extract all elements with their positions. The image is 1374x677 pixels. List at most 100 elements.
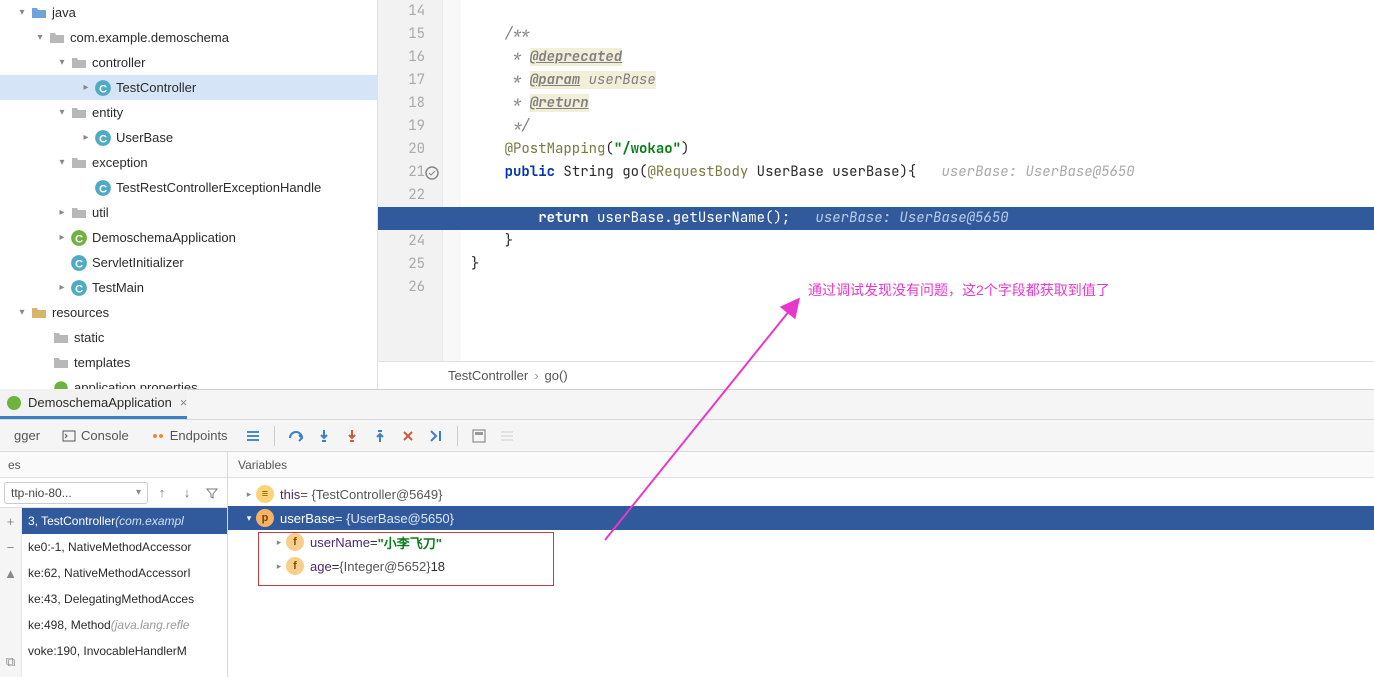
frame-row[interactable]: ke:43, DelegatingMethodAcces	[22, 586, 227, 612]
class-icon: C	[70, 279, 88, 297]
tree-item-servletinit[interactable]: C ServletInitializer	[0, 250, 377, 275]
tree-item-exception[interactable]: ▾ exception	[0, 150, 377, 175]
tree-label: util	[92, 205, 109, 220]
step-over-icon[interactable]	[283, 423, 309, 449]
variable-row-userbase[interactable]: ▾ p userBase = {UserBase@5650}	[228, 506, 1374, 530]
frame-row[interactable]: 3, TestController (com.exampl	[22, 508, 227, 534]
spring-icon	[6, 395, 22, 411]
endpoint-icon[interactable]	[423, 161, 441, 184]
variable-row-this[interactable]: ▸ ≡ this = {TestController@5649}	[228, 482, 1374, 506]
tree-label: resources	[52, 305, 109, 320]
frame-row[interactable]: ke0:-1, NativeMethodAccessor	[22, 534, 227, 560]
force-step-into-icon[interactable]	[339, 423, 365, 449]
frame-row[interactable]: ke:498, Method (java.lang.refle	[22, 612, 227, 638]
tree-item-entity[interactable]: ▾ entity	[0, 100, 377, 125]
chevron-down-icon: ▾	[136, 487, 141, 498]
variables-header: Variables	[228, 452, 1374, 478]
package-icon	[70, 204, 88, 222]
tree-label: ServletInitializer	[92, 255, 184, 270]
resources-icon	[30, 304, 48, 322]
thread-selector[interactable]: ttp-nio-80...▾	[4, 482, 148, 504]
step-into-icon[interactable]	[311, 423, 337, 449]
class-icon: C	[94, 79, 112, 97]
code-editor[interactable]: 14 15 16 17 18 19 20 21 22 23 24 25 26	[378, 0, 1374, 389]
close-icon[interactable]: ×	[180, 395, 188, 410]
layout-icon[interactable]	[240, 423, 266, 449]
code-content[interactable]: /** * @deprecated * @param userBase * @r…	[461, 0, 1374, 361]
execution-line: return userBase.getUserName(); userBase:…	[378, 207, 1374, 230]
chevron-down-icon: ▾	[54, 57, 70, 68]
svg-text:C: C	[99, 183, 107, 195]
tree-label: entity	[92, 105, 123, 120]
chevron-down-icon: ▾	[14, 307, 30, 318]
remove-icon[interactable]: −	[2, 538, 20, 556]
run-configuration-tab[interactable]: DemoschemaApplication ×	[0, 389, 187, 419]
frame-row[interactable]: voke:190, InvocableHandlerM	[22, 638, 227, 664]
console-icon	[62, 429, 76, 443]
chevron-right-icon: ▸	[54, 282, 70, 293]
tree-label: TestRestControllerExceptionHandle	[116, 180, 321, 195]
tree-label: com.example.demoschema	[70, 30, 229, 45]
tree-item-testcontroller[interactable]: ▸ C TestController	[0, 75, 377, 100]
tree-item-demoapp[interactable]: ▸ C DemoschemaApplication	[0, 225, 377, 250]
chevron-right-icon: ▸	[78, 132, 94, 143]
package-icon	[48, 29, 66, 47]
chevron-right-icon: ▸	[54, 232, 70, 243]
variables-panel: Variables ▸ ≡ this = {TestController@564…	[228, 452, 1374, 677]
svg-text:C: C	[75, 233, 83, 245]
tab-console[interactable]: Console	[52, 420, 139, 452]
object-badge-icon: ≡	[256, 485, 274, 503]
tree-item-testrestex[interactable]: C TestRestControllerExceptionHandle	[0, 175, 377, 200]
spring-class-icon: C	[70, 229, 88, 247]
down-icon[interactable]: ⧉	[2, 653, 20, 671]
up-icon[interactable]: ▲	[2, 564, 20, 582]
breadcrumb-item[interactable]: go()	[545, 368, 568, 383]
svg-text:C: C	[99, 133, 107, 145]
folder-icon	[52, 329, 70, 347]
chevron-right-icon: ›	[534, 368, 538, 383]
tree-label: application.properties	[74, 380, 198, 389]
project-tree[interactable]: ▾ java ▾ com.example.demoschema ▾ contro…	[0, 0, 378, 389]
trace-icon[interactable]	[494, 423, 520, 449]
tree-item-resources[interactable]: ▾ resources	[0, 300, 377, 325]
package-icon	[70, 154, 88, 172]
tree-item-userbase[interactable]: ▸ C UserBase	[0, 125, 377, 150]
tree-label: DemoschemaApplication	[92, 230, 236, 245]
tree-label: templates	[74, 355, 130, 370]
chevron-down-icon: ▾	[54, 107, 70, 118]
tree-item-templates[interactable]: templates	[0, 350, 377, 375]
frame-row[interactable]: ke:62, NativeMethodAccessorI	[22, 560, 227, 586]
tree-label: TestMain	[92, 280, 144, 295]
tab-debugger[interactable]: gger	[4, 420, 50, 452]
prev-frame-icon[interactable]: ↑	[151, 482, 173, 504]
debug-panel: DemoschemaApplication × gger Console End…	[0, 390, 1374, 677]
tree-item-package[interactable]: ▾ com.example.demoschema	[0, 25, 377, 50]
chevron-down-icon: ▾	[242, 513, 256, 524]
drop-frame-icon[interactable]	[395, 423, 421, 449]
filter-icon[interactable]	[201, 482, 223, 504]
next-frame-icon[interactable]: ↓	[176, 482, 198, 504]
chevron-right-icon: ▸	[54, 207, 70, 218]
spring-file-icon	[52, 379, 70, 390]
frames-panel: es ttp-nio-80...▾ ↑ ↓ + − ▲ ⧉ 3, TestCon…	[0, 452, 228, 677]
class-icon: C	[94, 179, 112, 197]
tree-label: static	[74, 330, 104, 345]
tab-endpoints[interactable]: Endpoints	[141, 420, 238, 452]
breadcrumb[interactable]: TestController › go()	[378, 361, 1374, 389]
tree-item-java[interactable]: ▾ java	[0, 0, 377, 25]
package-icon	[70, 104, 88, 122]
tree-item-testmain[interactable]: ▸ C TestMain	[0, 275, 377, 300]
tree-item-static[interactable]: static	[0, 325, 377, 350]
tree-item-util[interactable]: ▸ util	[0, 200, 377, 225]
chevron-right-icon: ▸	[78, 82, 94, 93]
tree-item-controller[interactable]: ▾ controller	[0, 50, 377, 75]
breadcrumb-item[interactable]: TestController	[448, 368, 528, 383]
add-icon[interactable]: +	[2, 512, 20, 530]
tree-item-appprops[interactable]: application.properties	[0, 375, 377, 389]
tree-label: TestController	[116, 80, 196, 95]
run-to-cursor-icon[interactable]	[423, 423, 449, 449]
step-out-icon[interactable]	[367, 423, 393, 449]
tree-label: UserBase	[116, 130, 173, 145]
evaluate-icon[interactable]	[466, 423, 492, 449]
svg-text:C: C	[75, 283, 83, 295]
